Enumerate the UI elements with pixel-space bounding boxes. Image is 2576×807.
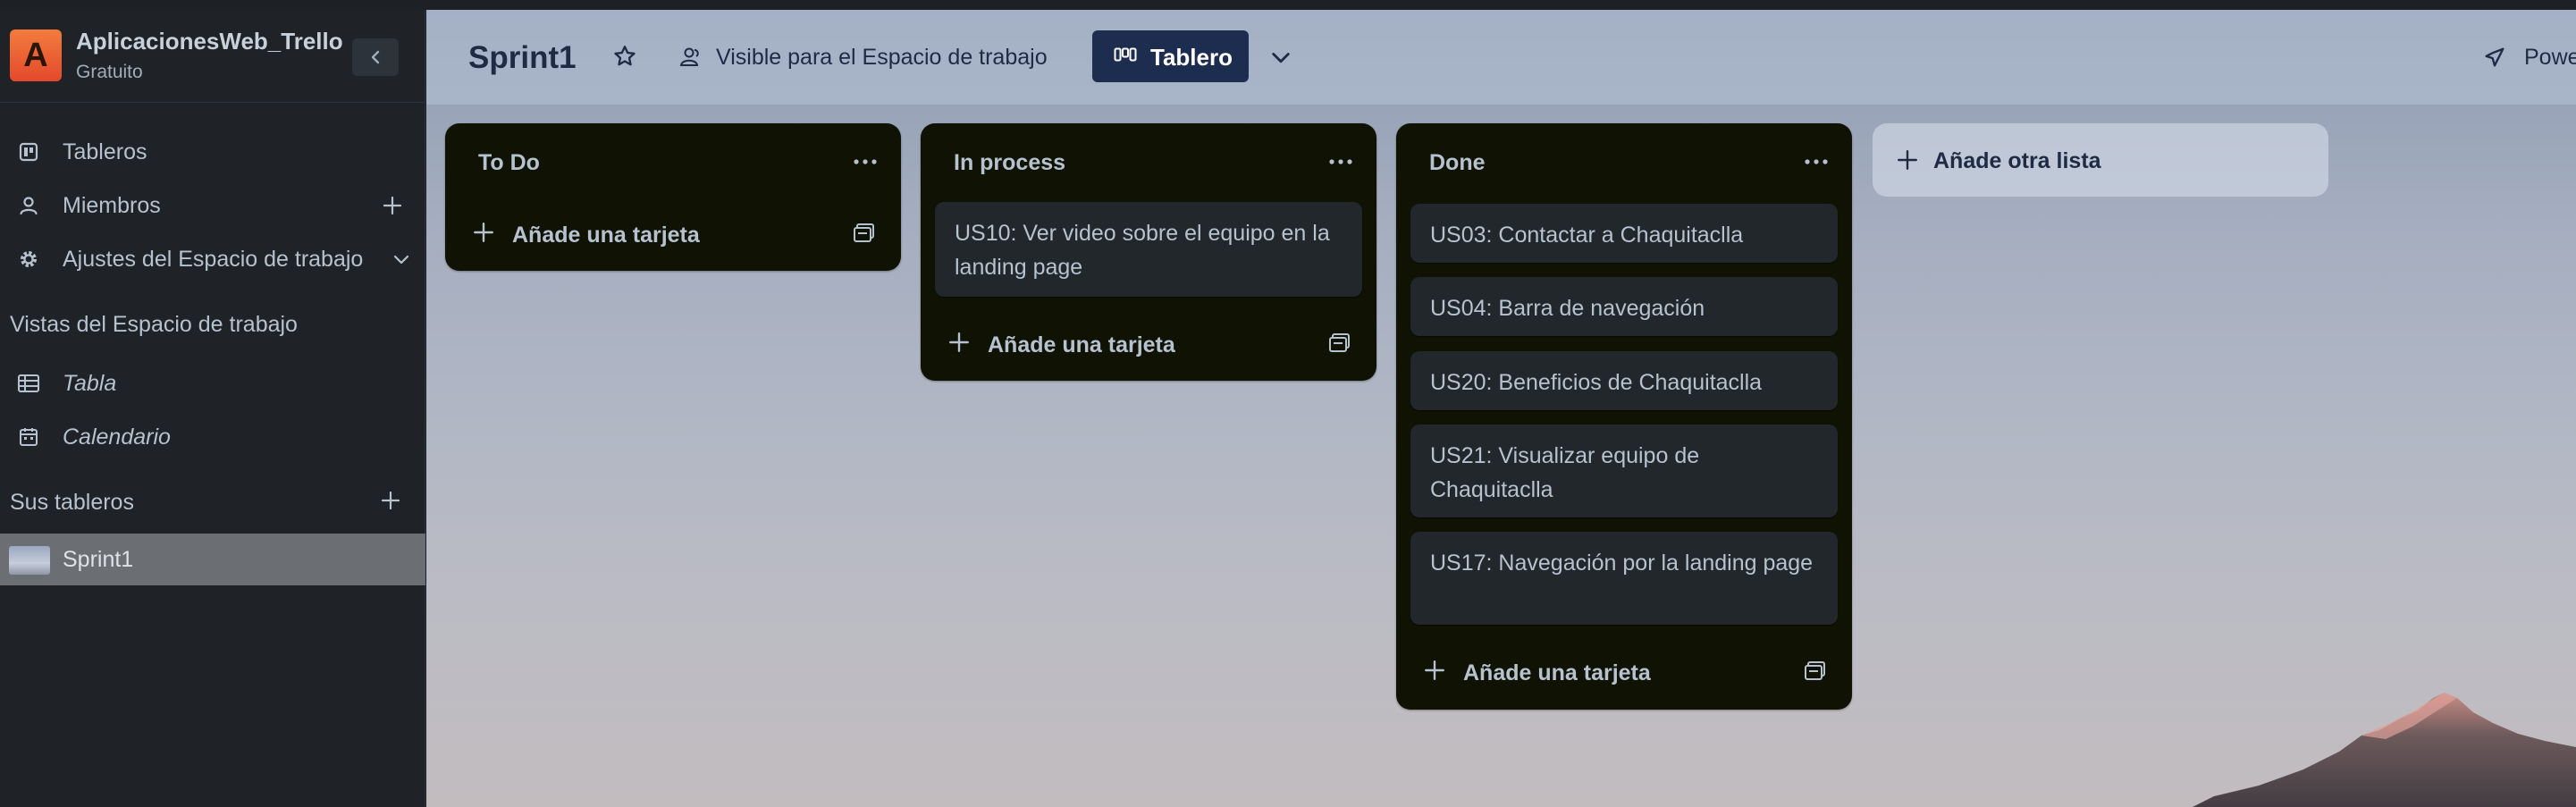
add-member-button[interactable]	[379, 192, 406, 219]
chevron-left-icon	[371, 50, 380, 64]
plus-icon	[474, 223, 493, 242]
your-boards-heading: Sus tableros	[10, 490, 134, 515]
plus-icon	[1425, 660, 1444, 680]
sidebar-item-table-view[interactable]: Tabla	[0, 360, 425, 407]
list-title[interactable]: Done	[1429, 150, 1486, 176]
board-title[interactable]: Sprint1	[468, 40, 577, 76]
add-list-label: Añade otra lista	[1933, 148, 2101, 173]
visibility-icon-button[interactable]	[675, 42, 705, 72]
background-mountain	[2193, 693, 2576, 807]
add-card-button[interactable]: Añade una tarjeta	[445, 212, 901, 256]
list-in-process: In process US10: Ver video sobre el equi…	[921, 123, 1376, 381]
window-top-strip	[0, 0, 2576, 10]
workspace-plan: Gratuito	[76, 62, 143, 82]
star-board-button[interactable]	[610, 41, 640, 71]
sidebar-item-workspace-settings[interactable]: Ajustes del Espacio de trabajo	[0, 236, 425, 282]
chevron-down-icon	[393, 255, 409, 265]
person-icon	[16, 193, 41, 218]
add-list-button[interactable]: Añade otra lista	[1873, 123, 2328, 197]
view-switcher-button[interactable]	[1264, 40, 1298, 74]
gear-icon	[16, 247, 41, 272]
board-canvas: Sprint1 Visible para el Espacio de traba…	[426, 10, 2576, 807]
power-ups-label[interactable]: Powe	[2524, 45, 2576, 71]
plus-icon	[1898, 150, 1917, 170]
list-menu-button[interactable]	[1800, 148, 1832, 175]
more-horizontal-icon	[854, 159, 877, 164]
table-icon	[16, 371, 41, 396]
board-view-label: Tablero	[1150, 44, 1233, 71]
card-template-icon[interactable]	[853, 223, 876, 244]
workspace-header: A AplicacionesWeb_Trello Gratuito	[0, 10, 425, 103]
board-header: Sprint1 Visible para el Espacio de traba…	[426, 10, 2576, 105]
add-card-label: Añade una tarjeta	[1463, 660, 1651, 685]
card-template-icon[interactable]	[1804, 660, 1827, 682]
create-board-button[interactable]	[377, 487, 404, 514]
workspace-logo[interactable]: A	[10, 29, 62, 81]
workspace-views-heading: Vistas del Espacio de trabajo	[10, 312, 298, 337]
expand-settings-button[interactable]	[388, 246, 415, 273]
sidebar-item-boards[interactable]: Tableros	[0, 129, 425, 175]
add-card-label: Añade una tarjeta	[512, 223, 700, 248]
calendar-icon	[16, 425, 41, 450]
list-title[interactable]: In process	[954, 150, 1065, 176]
list-to-do: To Do Añade una tarjeta	[445, 123, 901, 271]
star-icon	[614, 46, 636, 66]
chevron-down-icon	[1272, 53, 1290, 63]
card[interactable]: US04: Barra de navegación	[1410, 277, 1838, 336]
collapse-sidebar-button[interactable]	[352, 38, 399, 76]
card-template-icon[interactable]	[1328, 332, 1351, 354]
sidebar-item-label: Tabla	[63, 370, 117, 396]
plus-icon	[383, 196, 402, 215]
plus-icon	[949, 332, 969, 352]
add-card-label: Añade una tarjeta	[988, 332, 1175, 357]
workspace-sidebar: A AplicacionesWeb_Trello Gratuito Tabler…	[0, 10, 425, 807]
board-icon	[16, 139, 41, 164]
sidebar-item-label: Miembros	[63, 192, 161, 218]
board-view-icon	[1114, 47, 1137, 62]
more-horizontal-icon	[1329, 159, 1352, 164]
card[interactable]: US21: Visualizar equipo de Chaquitaclla	[1410, 425, 1838, 517]
list-menu-button[interactable]	[849, 148, 881, 175]
card[interactable]: US10: Ver video sobre el equipo en la la…	[935, 202, 1362, 297]
list-title[interactable]: To Do	[478, 150, 540, 176]
card[interactable]: US03: Contactar a Chaquitaclla	[1410, 204, 1838, 263]
sidebar-item-members[interactable]: Miembros	[0, 182, 425, 229]
plus-icon	[381, 491, 400, 510]
card[interactable]: US20: Beneficios de Chaquitaclla	[1410, 351, 1838, 410]
people-icon	[679, 47, 699, 66]
sidebar-item-label: Ajustes del Espacio de trabajo	[63, 246, 364, 272]
rocket-icon	[2485, 47, 2504, 67]
sidebar-item-label: Calendario	[63, 424, 171, 450]
sidebar-item-label: Tableros	[63, 139, 147, 164]
workspace-name[interactable]: AplicacionesWeb_Trello	[76, 28, 343, 55]
board-view-button[interactable]: Tablero	[1092, 30, 1249, 82]
board-visibility-label[interactable]: Visible para el Espacio de trabajo	[716, 45, 1048, 71]
add-card-button[interactable]: Añade una tarjeta	[1396, 650, 1852, 694]
board-thumbnail	[9, 546, 50, 575]
add-card-button[interactable]: Añade una tarjeta	[921, 322, 1376, 366]
list-done: Done US03: Contactar a Chaquitaclla US04…	[1396, 123, 1852, 710]
sidebar-board-label: Sprint1	[63, 547, 134, 572]
sidebar-board-sprint1[interactable]: Sprint1	[0, 534, 425, 585]
list-menu-button[interactable]	[1325, 148, 1357, 175]
sidebar-item-calendar-view[interactable]: Calendario	[0, 414, 425, 460]
more-horizontal-icon	[1805, 159, 1828, 164]
card[interactable]: US17: Navegación por la landing page	[1410, 532, 1838, 625]
power-ups-icon-button[interactable]	[2480, 43, 2509, 71]
